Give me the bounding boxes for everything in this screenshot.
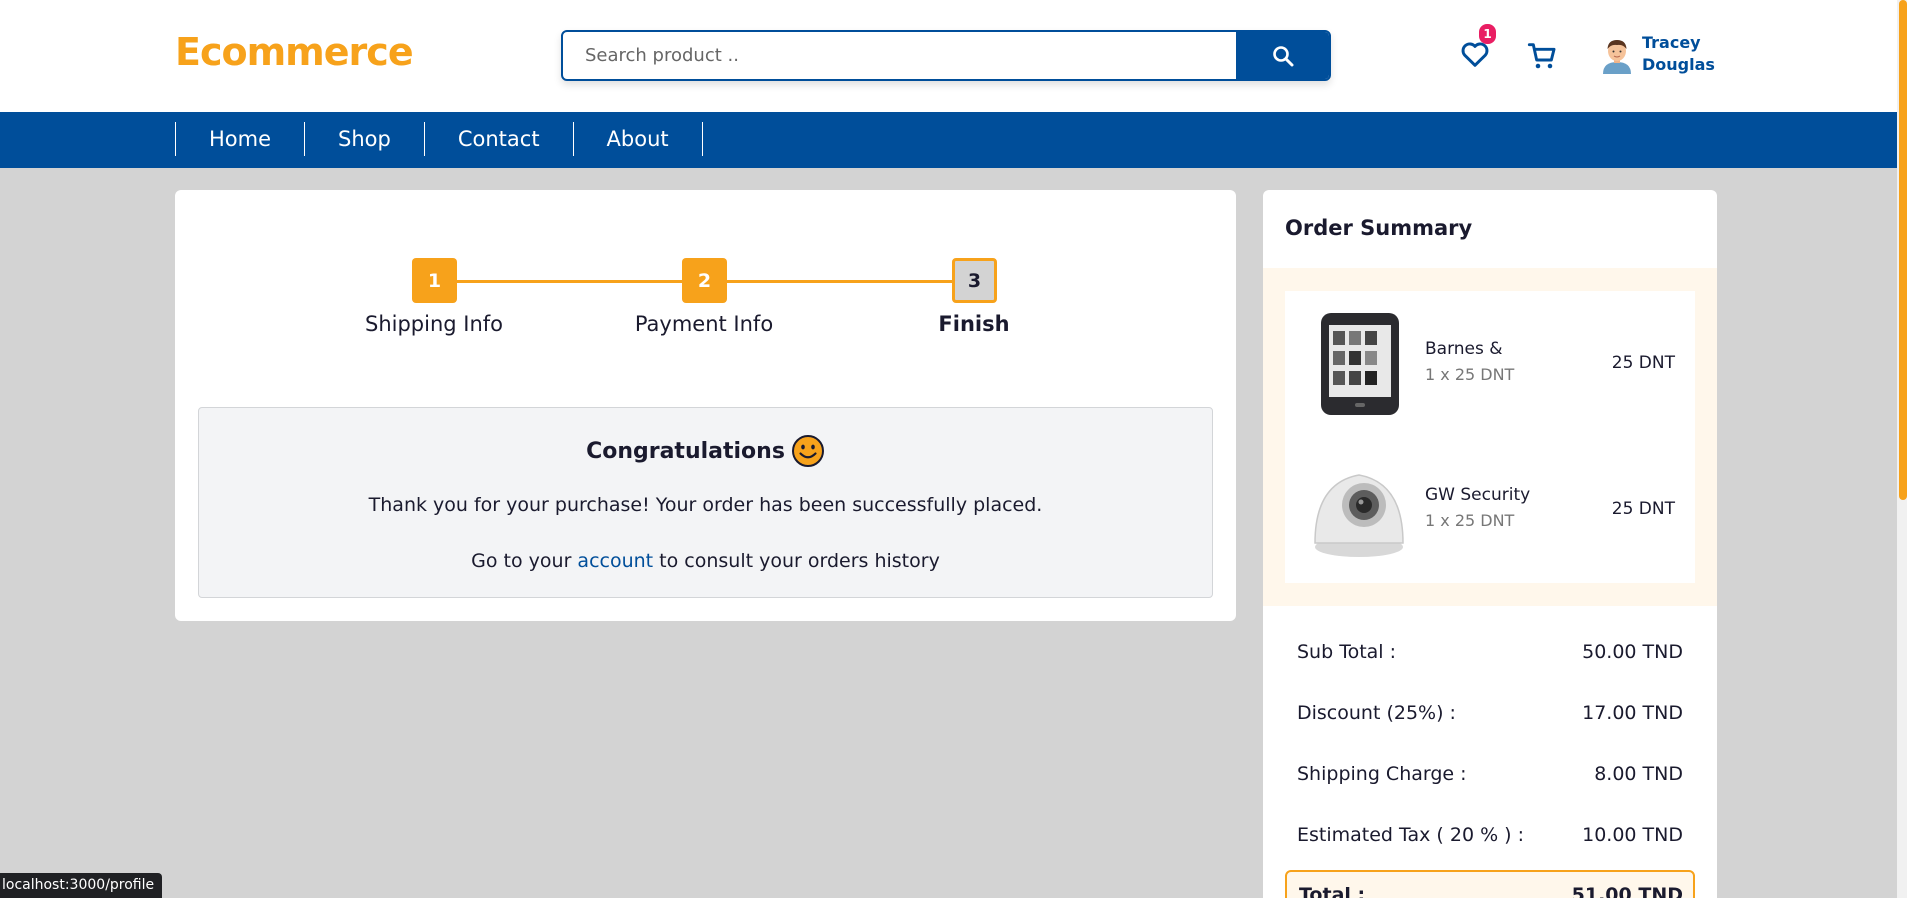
shipping-label: Shipping Charge : <box>1297 763 1467 785</box>
item-price: 25 DNT <box>1611 353 1675 373</box>
congrats-sub-before: Go to your <box>471 550 578 572</box>
nav-about[interactable]: About <box>574 122 703 156</box>
congrats-message: Thank you for your purchase! Your order … <box>368 494 1043 516</box>
total-value: 51.00 TND <box>1571 884 1683 898</box>
congrats-panel: Congratulations Thank you for your purch… <box>198 407 1213 598</box>
discount-label: Discount (25%) : <box>1297 702 1456 724</box>
smile-icon <box>791 435 824 467</box>
congrats-heading: Congratulations <box>199 434 1212 468</box>
subtotal-label: Sub Total : <box>1297 641 1397 663</box>
step-1-box: 1 <box>412 258 457 303</box>
step-2-box: 2 <box>682 258 727 303</box>
step-3-label: Finish <box>938 312 1010 336</box>
cart-icon[interactable] <box>1526 40 1558 72</box>
total-row: Total : 51.00 TND <box>1285 870 1695 898</box>
list-item[interactable]: Barnes & 1 x 25 DNT 25 DNT <box>1285 291 1695 437</box>
user-first-name[interactable]: Tracey <box>1642 33 1701 52</box>
shipping-value: 8.00 TND <box>1594 763 1683 785</box>
discount-value: 17.00 TND <box>1582 702 1683 724</box>
congrats-title: Congratulations <box>586 438 785 464</box>
search-input[interactable] <box>563 32 1236 79</box>
discount-row: Discount (25%) : 17.00 TND <box>1297 701 1683 762</box>
status-bar-url: localhost:3000/profile <box>0 873 163 898</box>
shipping-row: Shipping Charge : 8.00 TND <box>1297 762 1683 823</box>
nav-home[interactable]: Home <box>176 122 306 156</box>
ereader-image <box>1321 313 1399 415</box>
item-price: 25 DNT <box>1611 499 1675 519</box>
search-button[interactable] <box>1236 32 1329 79</box>
main-nav: Home Shop Contact About <box>0 112 1897 168</box>
list-item[interactable]: GW Security 1 x 25 DNT 25 DNT <box>1285 437 1695 583</box>
account-link[interactable]: account <box>577 550 653 572</box>
scrollbar-thumb[interactable] <box>1899 0 1907 500</box>
logo[interactable]: Ecommerce <box>175 30 414 74</box>
nav-contact[interactable]: Contact <box>425 122 574 156</box>
totals-list: Sub Total : 50.00 TND Discount (25%) : 1… <box>1297 640 1683 884</box>
step-3-box: 3 <box>952 258 997 303</box>
step-2-label: Payment Info <box>634 312 774 336</box>
avatar[interactable] <box>1601 36 1633 74</box>
item-name: Barnes & <box>1425 339 1503 359</box>
checkout-card: 1 2 3 Shipping Info Payment Info Finish … <box>175 190 1236 621</box>
header: Ecommerce 1 Tracey Douglas <box>0 0 1897 112</box>
subtotal-value: 50.00 TND <box>1582 641 1683 663</box>
user-last-name[interactable]: Douglas <box>1642 55 1715 74</box>
item-name: GW Security <box>1425 485 1531 505</box>
item-quantity: 1 x 25 DNT <box>1425 511 1515 530</box>
order-summary-title: Order Summary <box>1285 216 1473 240</box>
security-camera-image <box>1314 474 1404 557</box>
subtotal-row: Sub Total : 50.00 TND <box>1297 640 1683 701</box>
item-quantity: 1 x 25 DNT <box>1425 365 1515 384</box>
step-1-label: Shipping Info <box>364 312 504 336</box>
order-summary-card: Order Summary Barnes & 1 x 25 DNT 25 DNT <box>1263 190 1717 898</box>
search-bar <box>561 30 1331 81</box>
wishlist-badge: 1 <box>1479 24 1496 44</box>
total-label: Total : <box>1299 884 1366 898</box>
congrats-subtext: Go to your account to consult your order… <box>199 550 1212 572</box>
search-icon <box>1272 45 1293 66</box>
congrats-sub-after: to consult your orders history <box>653 550 940 572</box>
nav-shop[interactable]: Shop <box>305 122 425 156</box>
order-items: Barnes & 1 x 25 DNT 25 DNT GW Security 1… <box>1263 268 1717 606</box>
